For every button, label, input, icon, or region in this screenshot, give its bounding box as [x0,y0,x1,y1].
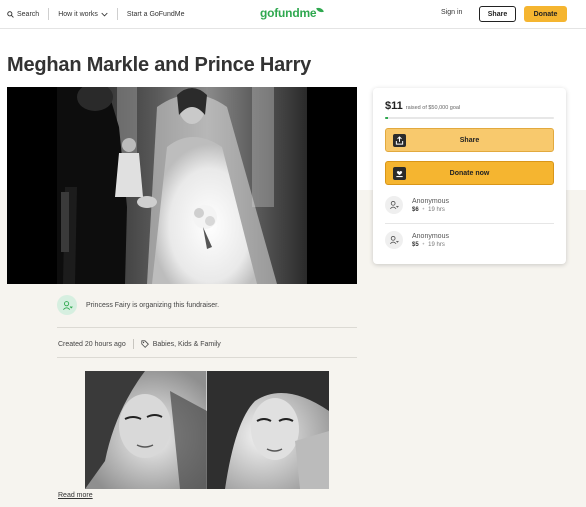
donor-details: $5 • 19 hrs [412,242,449,248]
donor-avatar-icon [385,231,403,249]
search-link[interactable]: Search [7,11,39,18]
gofundme-logo[interactable]: gofundme [260,6,325,20]
start-gofundme-link[interactable]: Start a GoFundMe [127,11,185,18]
donor-divider [385,223,554,224]
raised-amount: $11 [385,100,403,112]
donor-time: 19 hrs [428,241,445,248]
nav-divider [116,8,118,20]
dot-separator: • [422,241,425,248]
goal-text: raised of $50,000 goal [405,105,461,111]
donor-amount: $6 [412,206,419,213]
user-heart-icon [57,295,77,315]
how-it-works-label: How it works [58,10,98,18]
tag-icon [141,340,149,348]
donate-now-button[interactable]: Donate now [385,161,554,185]
share-icon [393,134,406,147]
dot-separator: • [422,206,425,213]
donor-amount: $5 [412,241,419,248]
nav-divider [48,8,50,20]
donor-item: Anonymous $5 • 19 hrs [385,231,449,249]
sign-in-link[interactable]: Sign in [441,9,462,16]
header-share-button[interactable]: Share [479,6,516,22]
divider [57,357,357,358]
top-nav: Search How it works Start a GoFundMe gof… [0,0,586,29]
organizer-text: Princess Fairy is organizing this fundra… [86,301,220,309]
meta-divider [132,339,134,349]
donor-name: Anonymous [412,197,449,205]
organizer-row: Princess Fairy is organizing this fundra… [57,295,219,315]
progress-fill [385,117,389,119]
story-image[interactable] [85,371,329,489]
start-gofundme-label: Start a GoFundMe [126,10,185,18]
donor-avatar-icon [385,196,403,214]
donate-icon [393,167,406,180]
progress-bar [385,117,554,119]
campaign-meta: Created 20 hours ago Babies, Kids & Fami… [58,339,221,349]
divider [57,327,357,328]
logo-leaf-icon [316,6,325,14]
how-it-works-menu[interactable]: How it works [58,11,108,18]
share-button-label: Share [459,136,480,144]
donor-item: Anonymous $6 • 19 hrs [385,196,449,214]
donation-card: $11 raised of $50,000 goal Share Donate … [373,88,566,264]
search-icon [7,10,14,18]
amount-raised: $11 raised of $50,000 goal [385,100,460,112]
read-more-link[interactable]: Read more [58,492,93,499]
created-time: Created 20 hours ago [58,340,126,348]
campaign-title: Meghan Markle and Prince Harry [7,54,312,76]
donor-time: 19 hrs [428,206,445,213]
search-label: Search [17,10,40,18]
campaign-hero-image[interactable] [7,87,357,284]
logo-text: gofundme [260,6,317,20]
share-button[interactable]: Share [385,128,554,152]
header-donate-button[interactable]: Donate [524,6,567,22]
donor-name: Anonymous [412,232,449,240]
category-label: Babies, Kids & Family [152,340,221,348]
donate-now-label: Donate now [449,169,490,177]
donor-details: $6 • 19 hrs [412,207,449,213]
category-link[interactable]: Babies, Kids & Family [141,340,221,348]
chevron-down-icon [101,12,108,16]
nav-left: Search How it works Start a GoFundMe [7,0,184,28]
